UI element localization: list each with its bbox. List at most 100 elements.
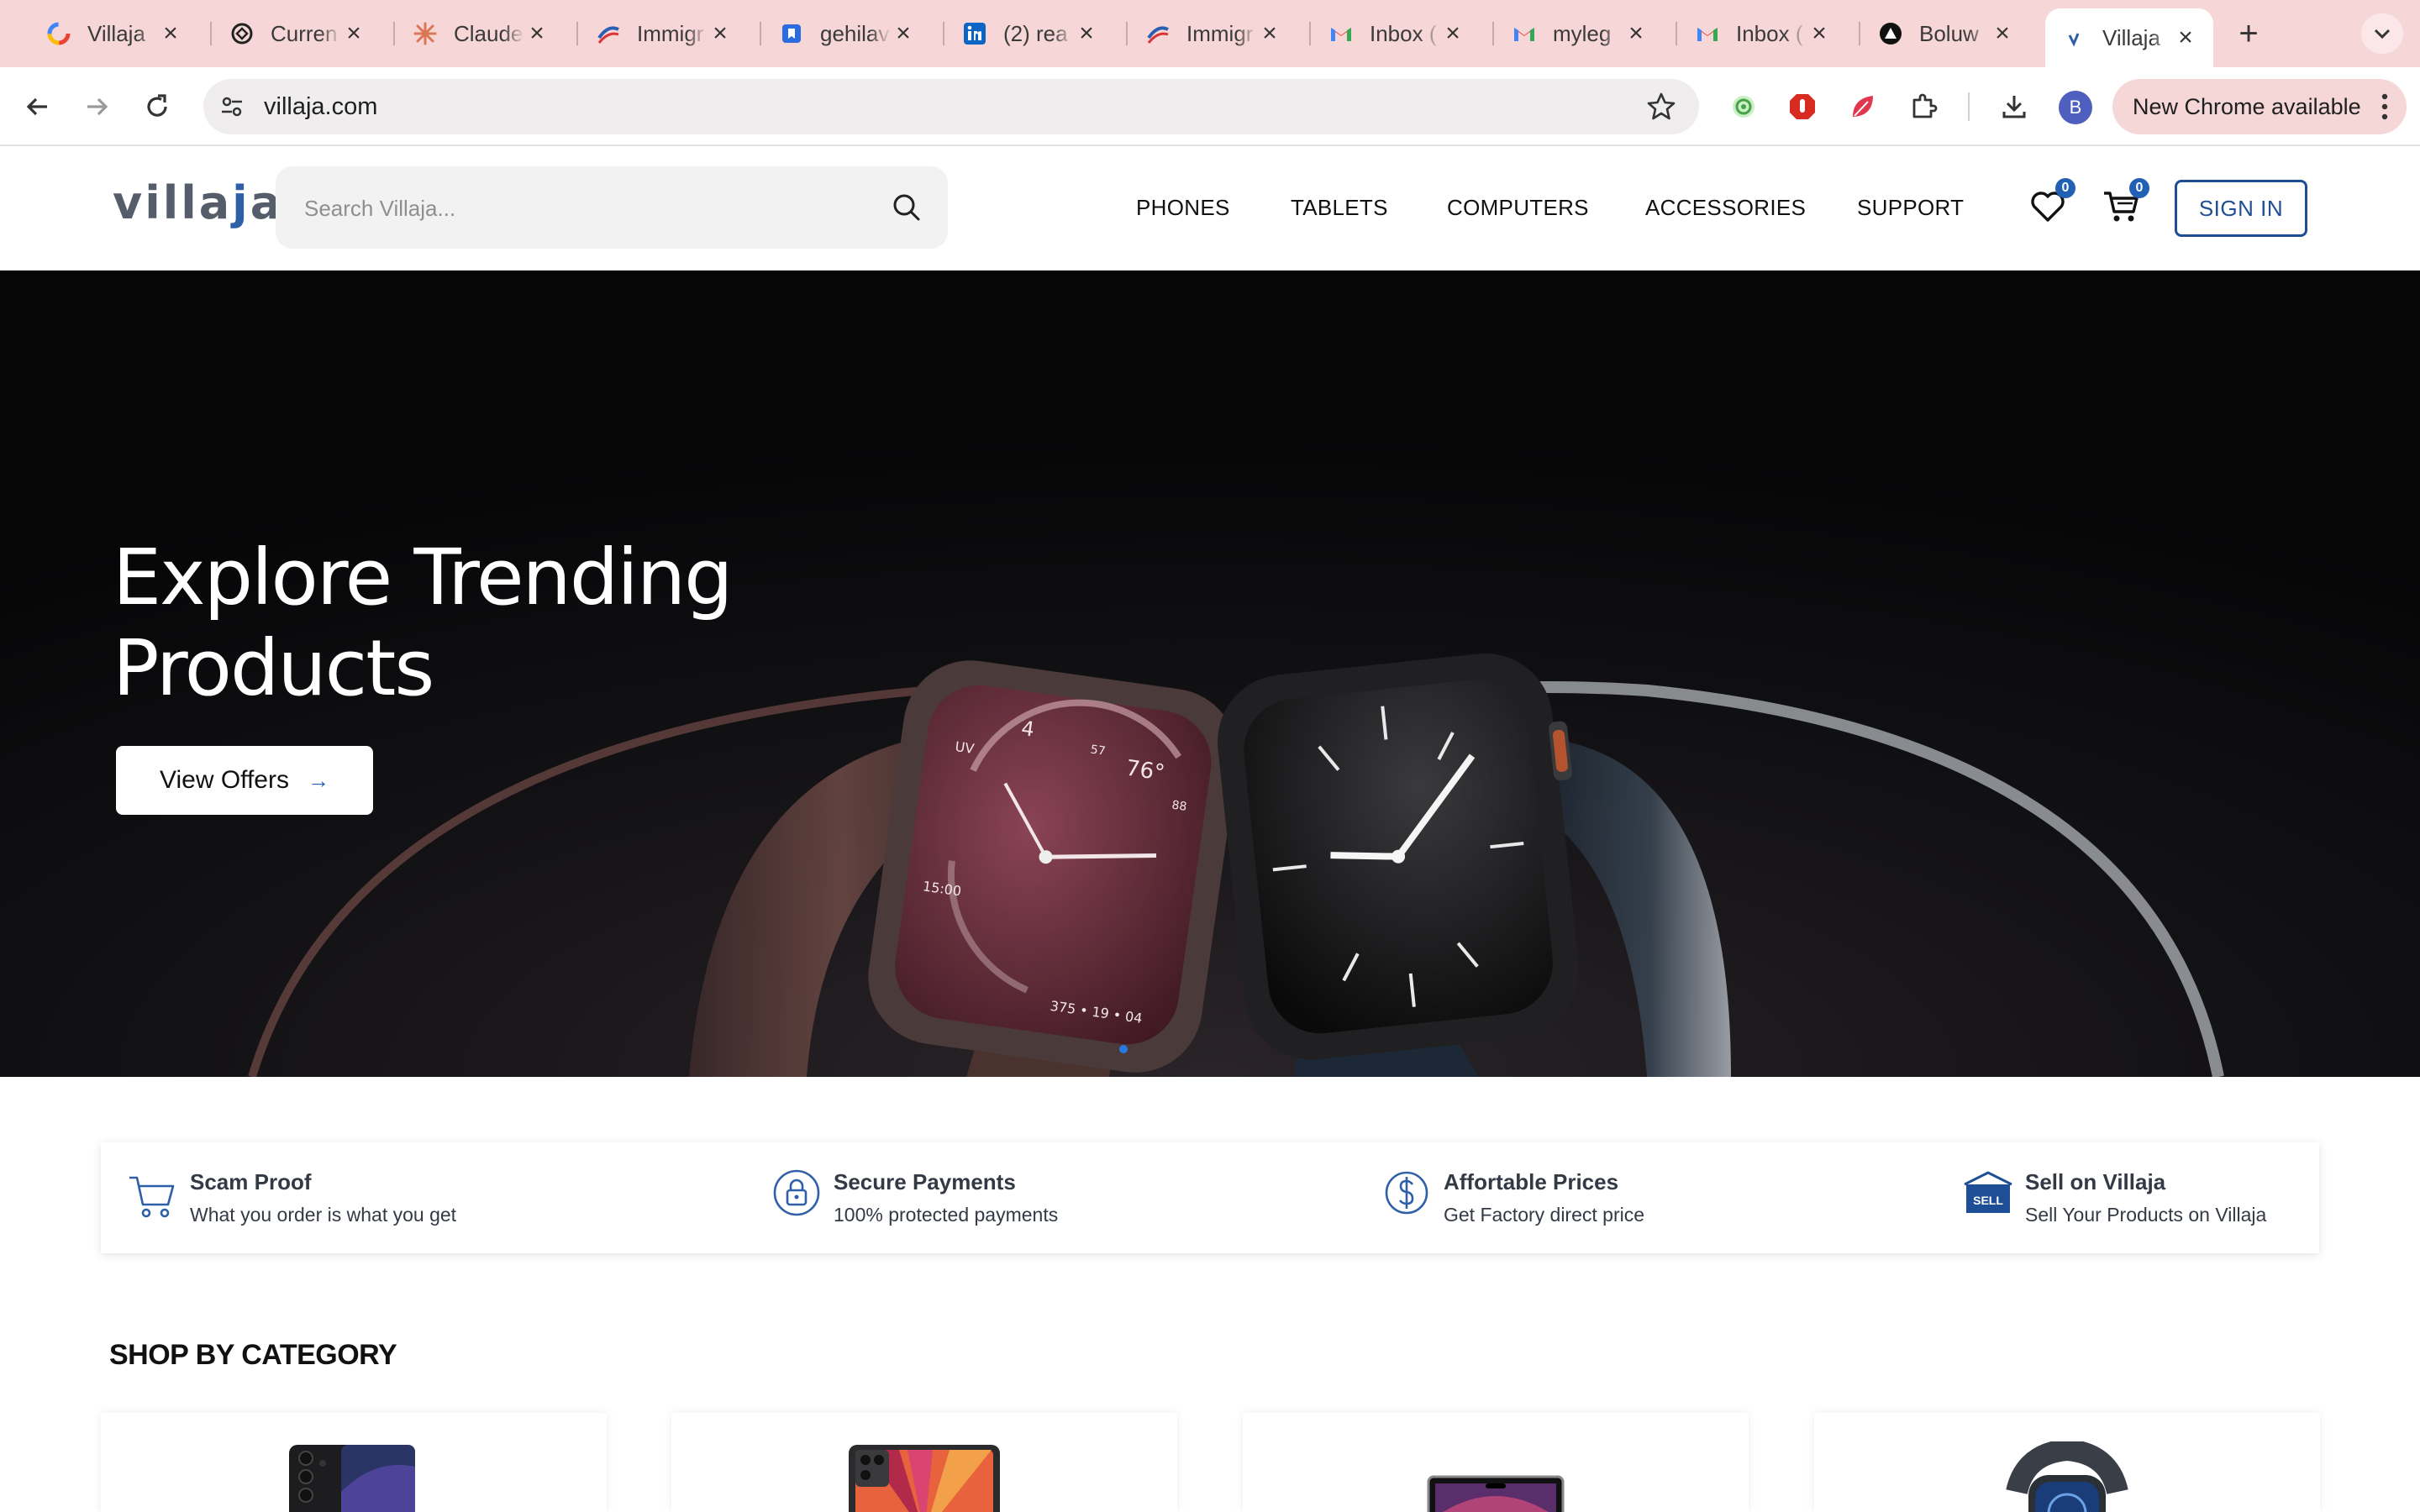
hero-banner: 4 UV 76° 57 88 15:00 375 • 19 • 04 Explo… bbox=[0, 270, 2420, 1077]
wishlist-button[interactable]: 0 bbox=[2027, 178, 2075, 227]
feature-secure-payments: Secure Payments 100% protected payments bbox=[770, 1168, 1058, 1226]
nav-computers[interactable]: COMPUTERS bbox=[1447, 195, 1589, 221]
browser-tab[interactable]: Inbox ( × bbox=[1313, 12, 1481, 55]
carousel-indicator-dot[interactable] bbox=[1119, 1045, 1128, 1053]
chatgpt-icon bbox=[229, 20, 255, 47]
hero-title-line: Explore Trending bbox=[113, 533, 734, 622]
chevron-down-icon bbox=[2374, 29, 2391, 39]
villaja-favicon-icon bbox=[2060, 24, 2087, 51]
feature-title: Sell on Villaja bbox=[2025, 1169, 2166, 1194]
logo-text-j: j bbox=[232, 176, 250, 229]
features-strip: Scam Proof What you order is what you ge… bbox=[101, 1142, 2319, 1253]
search-icon[interactable] bbox=[891, 192, 923, 223]
view-offers-button[interactable]: View Offers → bbox=[116, 746, 373, 815]
feature-subtitle: 100% protected payments bbox=[834, 1204, 1059, 1226]
browser-tab[interactable]: (2) rea × bbox=[946, 12, 1114, 55]
tab-title: Curren bbox=[271, 20, 338, 46]
dollar-icon bbox=[1385, 1171, 1428, 1215]
cart-button[interactable]: 0 bbox=[2101, 178, 2149, 227]
hero-title-line: Products bbox=[113, 623, 434, 713]
tab-separator bbox=[1309, 22, 1311, 45]
tab-title: Villaja bbox=[2102, 24, 2160, 50]
tab-search-button[interactable] bbox=[2361, 13, 2403, 54]
tablet-product-image bbox=[849, 1445, 1000, 1512]
update-label: New Chrome available bbox=[2133, 93, 2361, 119]
category-card-phones[interactable] bbox=[101, 1413, 607, 1512]
back-button[interactable] bbox=[18, 87, 57, 126]
lock-icon bbox=[773, 1169, 820, 1216]
feature-scam-proof: Scam Proof What you order is what you ge… bbox=[126, 1168, 456, 1226]
close-icon[interactable]: × bbox=[1990, 21, 2015, 46]
category-card-computers[interactable] bbox=[1243, 1413, 1749, 1512]
sell-sign-icon: SELL bbox=[1964, 1171, 2012, 1213]
shop-by-category-heading: SHOP BY CATEGORY bbox=[109, 1339, 397, 1371]
watch-complication: UV bbox=[954, 738, 975, 757]
close-icon[interactable]: × bbox=[708, 21, 733, 46]
close-icon[interactable]: × bbox=[524, 21, 550, 46]
category-card-accessories[interactable] bbox=[1814, 1413, 2320, 1512]
browser-tab[interactable]: Immigr × bbox=[580, 12, 748, 55]
close-icon[interactable]: × bbox=[1623, 21, 1649, 46]
browser-tab[interactable]: Inbox ( × bbox=[1679, 12, 1847, 55]
category-card-tablets[interactable] bbox=[671, 1413, 1177, 1512]
browser-toolbar: villaja.com B New Chrome available bbox=[0, 67, 2420, 146]
browser-tab[interactable]: Boluw × bbox=[1862, 12, 2030, 55]
browser-tab[interactable]: Villaja × bbox=[30, 12, 198, 55]
browser-tab[interactable]: Claude × bbox=[397, 12, 565, 55]
browser-tab[interactable]: gehilav × bbox=[763, 12, 931, 55]
feature-title: Scam Proof bbox=[190, 1169, 312, 1194]
forward-button[interactable] bbox=[77, 87, 116, 126]
tab-separator bbox=[393, 22, 395, 45]
tab-separator bbox=[1676, 22, 1677, 45]
villaja-logo[interactable]: villaja bbox=[113, 176, 283, 229]
watch-complication: 88 bbox=[1171, 799, 1187, 814]
site-settings-icon[interactable] bbox=[215, 90, 249, 123]
reload-button[interactable] bbox=[138, 87, 176, 126]
extension-green-icon[interactable] bbox=[1724, 87, 1763, 126]
watch-product-image bbox=[2006, 1441, 2128, 1512]
close-icon[interactable]: × bbox=[1440, 21, 1465, 46]
adblock-extension-icon[interactable] bbox=[1783, 87, 1822, 126]
close-icon[interactable]: × bbox=[1257, 21, 1282, 46]
browser-tab[interactable]: Immigr × bbox=[1129, 12, 1297, 55]
url-text: villaja.com bbox=[264, 93, 378, 120]
address-bar[interactable]: villaja.com bbox=[203, 79, 1699, 134]
tab-title: myleg bbox=[1553, 20, 1612, 46]
search-input[interactable] bbox=[304, 192, 842, 225]
browser-tab[interactable]: Curren × bbox=[213, 12, 381, 55]
sign-in-button[interactable]: SIGN IN bbox=[2175, 180, 2307, 237]
tab-title: gehilav bbox=[820, 20, 890, 46]
leaf-extension-icon[interactable] bbox=[1844, 87, 1882, 126]
close-icon[interactable]: × bbox=[158, 21, 183, 46]
close-icon[interactable]: × bbox=[891, 21, 916, 46]
nav-tablets[interactable]: TABLETS bbox=[1291, 195, 1388, 221]
arrow-right-icon: → bbox=[307, 767, 329, 793]
feature-subtitle: Get Factory direct price bbox=[1444, 1204, 1645, 1226]
nav-accessories[interactable]: ACCESSORIES bbox=[1645, 195, 1806, 221]
phone-product-image bbox=[289, 1445, 415, 1512]
tab-title: Villaja bbox=[87, 20, 145, 46]
linkedin-icon bbox=[961, 20, 988, 47]
close-icon[interactable]: × bbox=[2173, 25, 2198, 50]
close-icon[interactable]: × bbox=[1807, 21, 1832, 46]
tab-separator bbox=[1126, 22, 1128, 45]
profile-avatar[interactable]: B bbox=[2059, 91, 2092, 124]
tab-separator bbox=[760, 22, 761, 45]
gmail-icon bbox=[1511, 20, 1538, 47]
back-arrow-icon bbox=[26, 97, 47, 116]
browser-tab-active[interactable]: Villaja × bbox=[2045, 8, 2213, 67]
downloads-icon[interactable] bbox=[1995, 87, 2033, 126]
extensions-puzzle-icon[interactable] bbox=[1904, 87, 1943, 126]
browser-tab[interactable]: myleg × bbox=[1496, 12, 1664, 55]
chrome-update-button[interactable]: New Chrome available bbox=[2112, 79, 2407, 134]
bookmark-star-icon[interactable] bbox=[1645, 91, 1677, 123]
nav-support[interactable]: SUPPORT bbox=[1857, 195, 1964, 221]
nav-phones[interactable]: PHONES bbox=[1136, 195, 1230, 221]
toolbar-separator bbox=[1968, 92, 1970, 121]
search-box bbox=[276, 166, 948, 249]
new-tab-button[interactable]: + bbox=[2228, 15, 2269, 52]
close-icon[interactable]: × bbox=[341, 21, 366, 46]
forward-arrow-icon bbox=[87, 97, 108, 116]
view-offers-label: View Offers bbox=[160, 766, 289, 794]
close-icon[interactable]: × bbox=[1074, 21, 1099, 46]
